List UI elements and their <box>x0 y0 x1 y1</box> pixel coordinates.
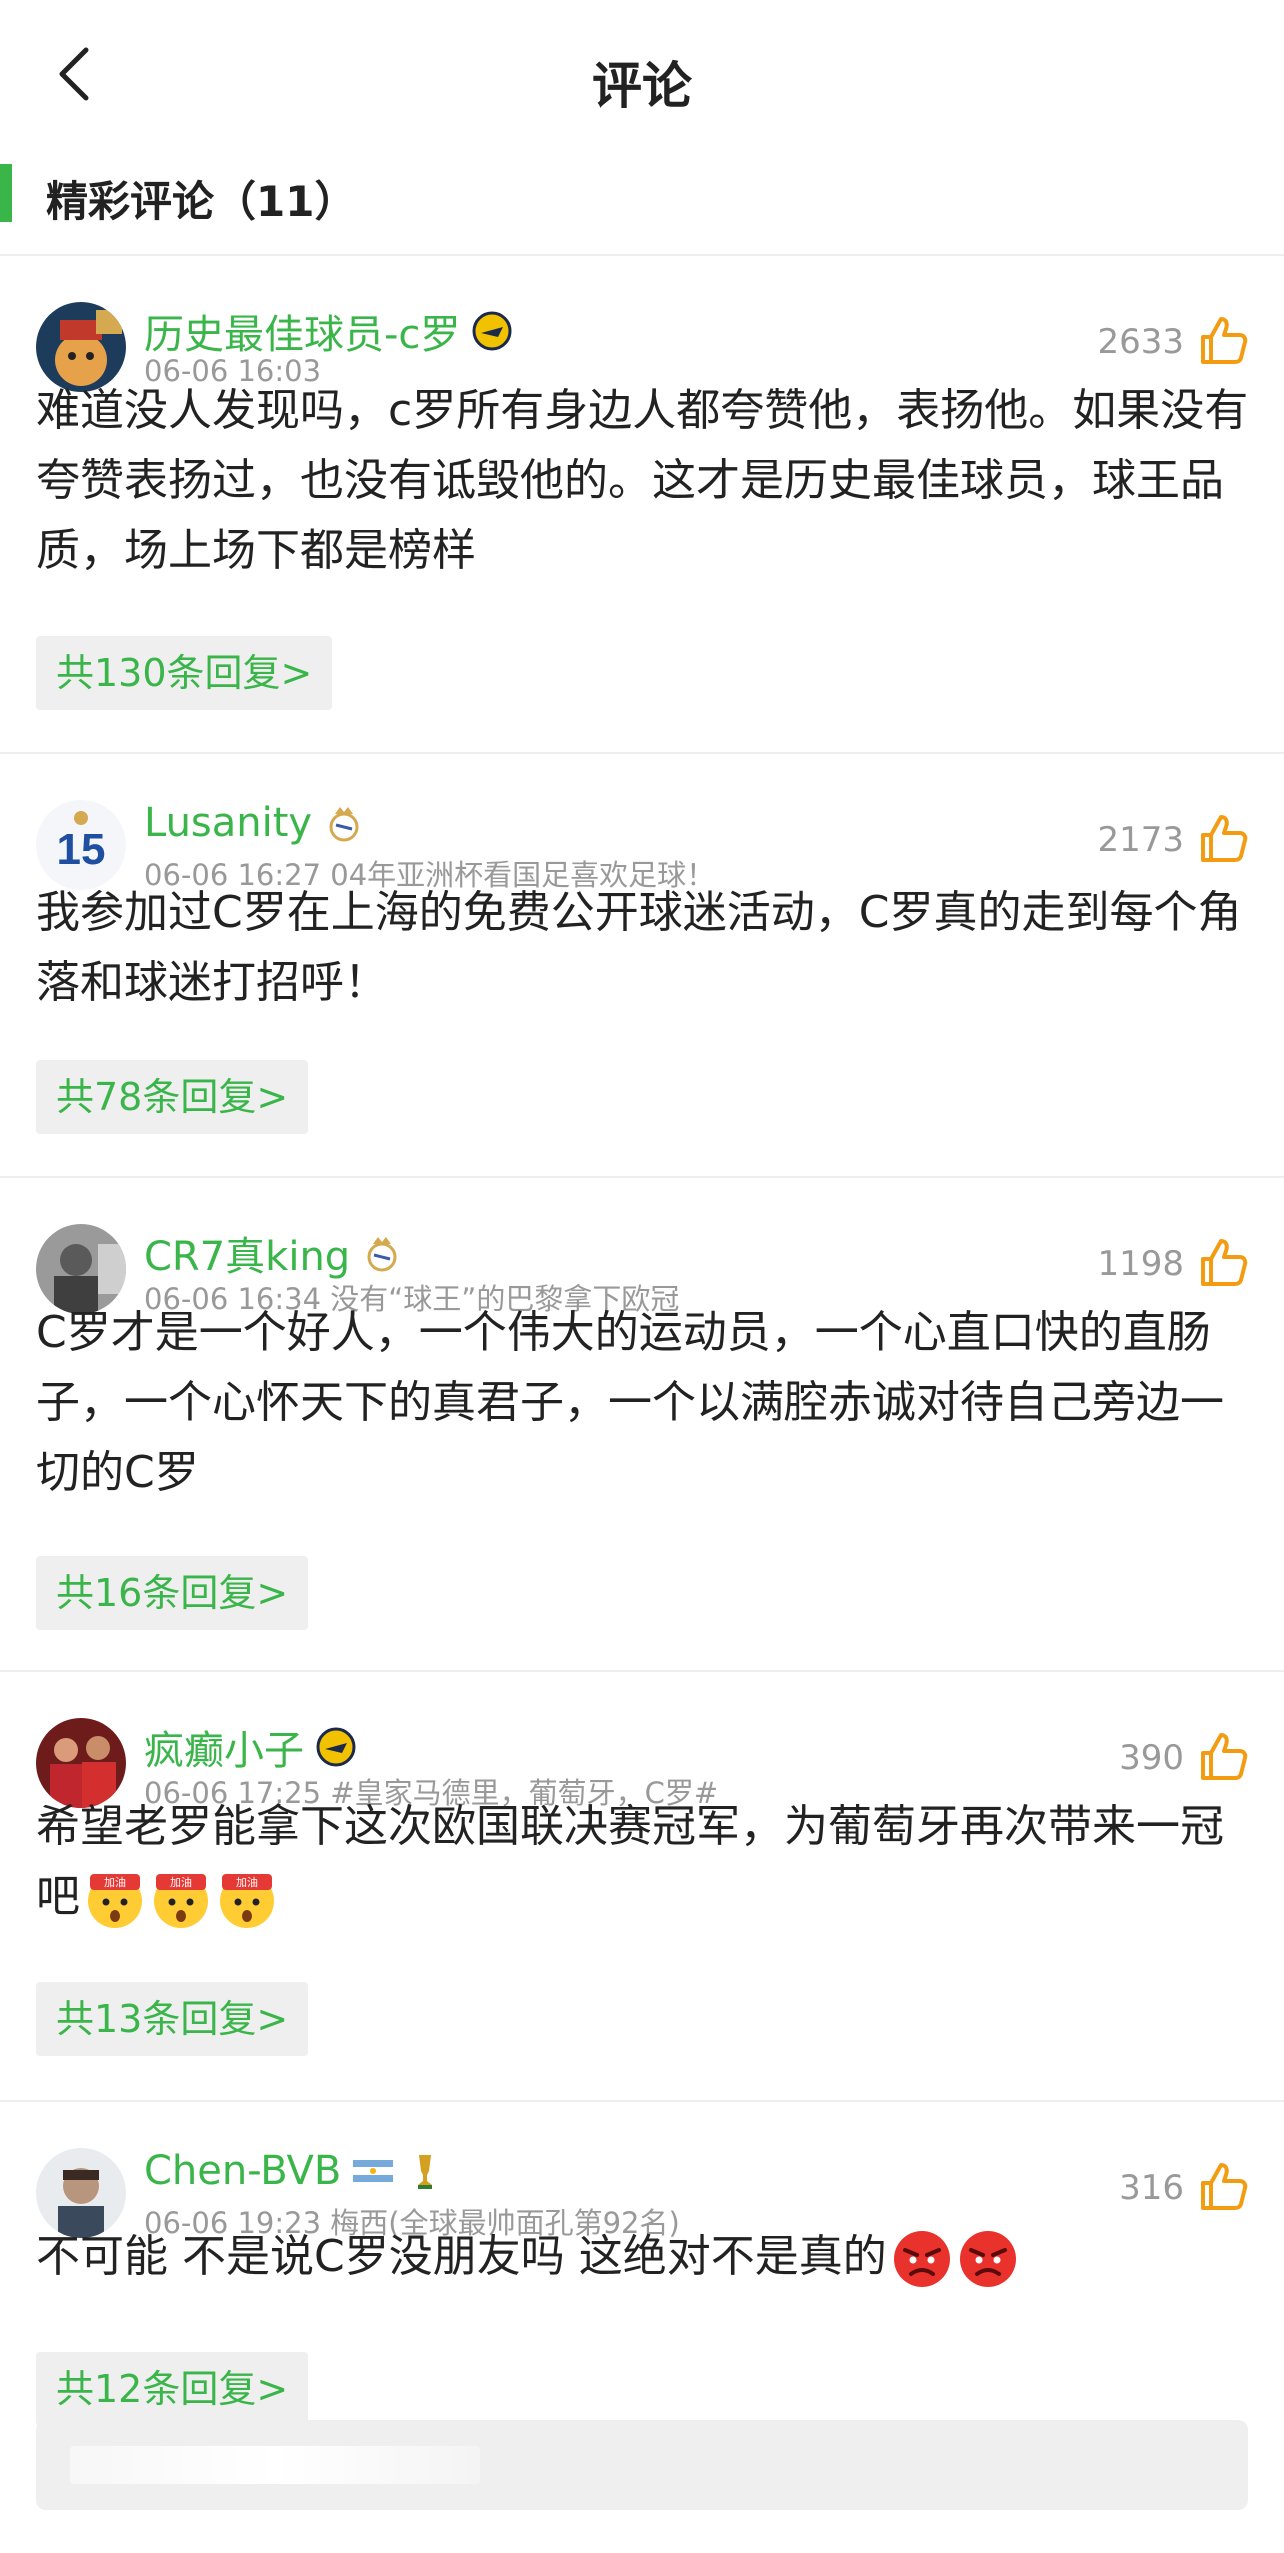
comment-text: C罗才是一个好人，一个伟大的运动员，一个心直口快的直肠子，一个心怀天下的真君子，… <box>36 1298 1256 1508</box>
thumbs-up-icon[interactable] <box>1196 314 1250 368</box>
user-name-row: 历史最佳球员-c罗 <box>144 302 512 360</box>
cheer-emoji-icon: 加油 <box>216 1868 278 1930</box>
comment-item[interactable]: 历史最佳球员-c罗 06-06 16:03 2633 难道没人发现吗，c罗所有身边人都… <box>0 256 1284 754</box>
angry-emoji-icon <box>957 2228 1019 2290</box>
reply-count-button[interactable]: 共13条回复> <box>36 1982 309 2056</box>
comment-item[interactable]: CR7真king 06-06 16:34 没有“球王”的巴黎拿下欧冠 1198 C罗才… <box>0 1178 1284 1672</box>
real-madrid-badge-icon <box>324 803 364 843</box>
thumbs-up-icon[interactable] <box>1196 2160 1250 2214</box>
user-name[interactable]: CR7真king <box>144 1224 350 1282</box>
user-name[interactable]: 疯癫小子 <box>144 1718 304 1776</box>
like-count: 2173 <box>1097 820 1184 860</box>
user-name-row: Chen-BVB <box>144 2148 445 2194</box>
al-nassr-badge-icon <box>316 1727 356 1767</box>
comment-body: C罗才是一个好人，一个伟大的运动员，一个心直口快的直肠子，一个心怀天下的真君子，… <box>36 1307 1224 1498</box>
real-madrid-badge-icon <box>362 1233 402 1273</box>
svg-text:加油: 加油 <box>104 1875 126 1889</box>
comment-input[interactable] <box>36 2420 1248 2510</box>
comment-list: 历史最佳球员-c罗 06-06 16:03 2633 难道没人发现吗，c罗所有身边人都… <box>0 256 1284 2426</box>
like-count: 390 <box>1119 1738 1184 1778</box>
thumbs-up-icon[interactable] <box>1196 1730 1250 1784</box>
comment-text: 我参加过C罗在上海的免费公开球迷活动，C罗真的走到每个角落和球迷打招呼！ <box>36 878 1256 1018</box>
avatar[interactable]: 15 <box>36 800 126 890</box>
reply-count-button[interactable]: 共130条回复> <box>36 636 333 710</box>
comment-body: 我参加过C罗在上海的免费公开球迷活动，C罗真的走到每个角落和球迷打招呼！ <box>36 887 1242 1008</box>
reply-count-button[interactable]: 共12条回复> <box>36 2352 309 2426</box>
user-name[interactable]: Chen-BVB <box>144 2148 341 2194</box>
comment-text: 不可能 不是说C罗没朋友吗 这绝对不是真的 <box>36 2222 1256 2292</box>
user-name-row: CR7真king <box>144 1224 402 1282</box>
like-count: 1198 <box>1097 1244 1184 1284</box>
al-nassr-badge-icon <box>472 311 512 351</box>
user-name[interactable]: 历史最佳球员-c罗 <box>144 302 460 360</box>
comment-text: 希望老罗能拿下这次欧国联决赛冠军，为葡萄牙再次带来一冠吧 加油 加油 加油 <box>36 1792 1256 1932</box>
comment-item[interactable]: Chen-BVB 06-06 19:23 梅西(全球最帅面孔第92名) 316 不可能… <box>0 2102 1284 2426</box>
comment-item[interactable]: 疯癫小子 06-06 17:25 #皇家马德里，葡萄牙，C罗# 390 希望老罗能拿下… <box>0 1672 1284 2102</box>
reply-count-button[interactable]: 共78条回复> <box>36 1060 309 1134</box>
section-header: 精彩评论（11） <box>0 150 1284 256</box>
cheer-emoji-icon: 加油 <box>150 1868 212 1930</box>
like-count: 316 <box>1119 2168 1184 2208</box>
like-count: 2633 <box>1097 322 1184 362</box>
argentina-flag-icon <box>353 2151 394 2191</box>
user-name-row: 疯癫小子 <box>144 1718 356 1776</box>
svg-text:加油: 加油 <box>170 1875 192 1889</box>
comment-body: 不可能 不是说C罗没朋友吗 这绝对不是真的 <box>36 2231 887 2282</box>
svg-text:加油: 加油 <box>236 1875 258 1889</box>
section-accent-bar <box>0 164 12 222</box>
thumbs-up-icon[interactable] <box>1196 812 1250 866</box>
comment-body: 难道没人发现吗，c罗所有身边人都夸赞他，表扬他。如果没有夸赞表扬过，也没有诋毁他… <box>36 385 1249 576</box>
input-placeholder <box>70 2446 480 2484</box>
user-name[interactable]: Lusanity <box>144 800 312 846</box>
reply-count-button[interactable]: 共16条回复> <box>36 1556 309 1630</box>
cheer-emoji-icon: 加油 <box>84 1868 146 1930</box>
comment-text: 难道没人发现吗，c罗所有身边人都夸赞他，表扬他。如果没有夸赞表扬过，也没有诋毁他… <box>36 376 1256 586</box>
angry-emoji-icon <box>891 2228 953 2290</box>
thumbs-up-icon[interactable] <box>1196 1236 1250 1290</box>
section-title: 精彩评论（11） <box>46 177 357 226</box>
comment-body: 希望老罗能拿下这次欧国联决赛冠军，为葡萄牙再次带来一冠吧 <box>36 1801 1224 1922</box>
user-name-row: Lusanity <box>144 800 364 846</box>
nav-bar: 评论 <box>0 0 1284 150</box>
world-cup-trophy-icon <box>405 2151 445 2191</box>
comment-item[interactable]: 15 Lusanity 06-06 16:27 04年亚洲杯看国足喜欢足球！ 2173… <box>0 754 1284 1178</box>
svg-text:15: 15 <box>57 825 106 874</box>
page-title: 评论 <box>592 57 692 115</box>
